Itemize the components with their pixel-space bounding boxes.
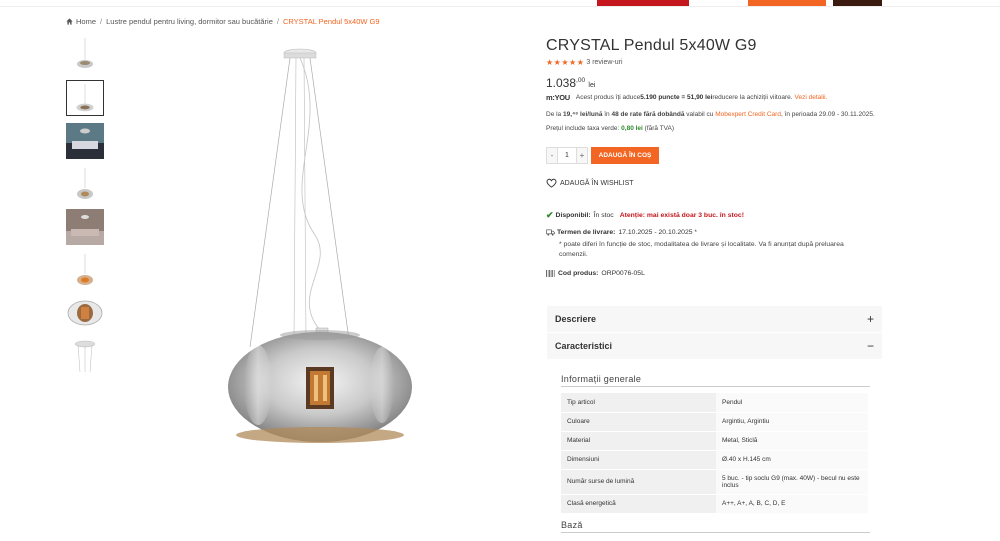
delivery-asterisk: *: [694, 229, 697, 236]
rates-text-4: , în perioada 29.09 - 30.11.2025.: [780, 111, 875, 118]
quantity-decrease-button[interactable]: -: [547, 148, 557, 163]
rates-amount: 19,⁴⁶ lei/lună: [562, 111, 603, 118]
installments-info: De la 19,⁴⁶ lei/lună în 48 de rate fără …: [546, 111, 875, 118]
add-to-cart-button[interactable]: ADAUGĂ ÎN COȘ: [591, 147, 659, 164]
breadcrumb-separator: /: [100, 17, 103, 26]
table-row: Material Metal, Sticlă: [561, 431, 868, 451]
quantity-increase-button[interactable]: +: [577, 148, 587, 163]
table-row: Dimensiuni Ø.40 x H.145 cm: [561, 450, 868, 470]
plus-icon[interactable]: +: [867, 306, 874, 332]
green-tax-info: Prețul include taxa verde: 0,80 lei (făr…: [546, 125, 674, 132]
table-row: Tip articol Pendul: [561, 393, 868, 413]
breadcrumb: Home / Lustre pendul pentru living, dormit…: [66, 17, 380, 26]
quantity-stepper: - 1 +: [546, 147, 588, 164]
specs-general-heading: Informații generale: [561, 374, 870, 387]
spec-value: 5 buc. - tip soclu G9 (max. 40W) - becul…: [716, 469, 868, 495]
thumbnail-8[interactable]: [66, 338, 104, 374]
price-decimals: ,00: [576, 77, 586, 84]
minus-icon[interactable]: −: [867, 333, 874, 359]
quantity-input[interactable]: 1: [557, 148, 577, 163]
table-row: Culoare Argintiu, Argintiu: [561, 412, 868, 432]
rating-stars: ★★★★★: [546, 58, 585, 67]
green-tax-text-1: Prețul include taxa verde:: [546, 125, 622, 132]
spec-value: Ø.40 x H.145 cm: [716, 450, 868, 470]
top-navigation-bar: [0, 0, 1000, 7]
spec-key: Clasă energetică: [561, 494, 716, 514]
home-icon: [66, 18, 73, 25]
accordion-characteristics-title: Caracteristici: [555, 341, 613, 351]
delivery-note: * poate diferi în funcție de stoc, modal…: [559, 241, 844, 258]
product-code-value: ORP0076-05L: [601, 270, 645, 277]
product-code-label: Cod produs:: [558, 270, 599, 277]
add-to-wishlist-button[interactable]: ADAUGĂ ÎN WISHLIST: [546, 178, 634, 188]
spec-value: Argintiu, Argintiu: [716, 412, 868, 432]
points-text-2: reducere la achiziții viitoare.: [712, 94, 793, 101]
breadcrumb-category[interactable]: Lustre pendul pentru living, dormitor sa…: [106, 17, 273, 26]
thumbnail-7[interactable]: [66, 295, 104, 331]
product-rating[interactable]: ★★★★★ 3 review-uri: [546, 58, 623, 67]
spec-key: Dimensiuni: [561, 450, 716, 470]
product-title: CRYSTAL Pendul 5x40W G9: [546, 37, 757, 54]
specs-table: Tip articol Pendul Culoare Argintiu, Argin…: [561, 393, 868, 514]
green-tax-value: 0,80 lei: [621, 125, 643, 132]
specs-base-heading: Bază: [561, 520, 870, 533]
thumbnail-1[interactable]: [66, 36, 104, 72]
delivery-info: Termen de livrare: 17.10.2025 - 20.10.20…: [546, 229, 697, 236]
spec-key: Tip articol: [561, 393, 716, 413]
points-text-1: Acest produs îți aduce: [575, 94, 641, 101]
table-row: Clasă energetică A++, A+, A, B, C, D, E: [561, 494, 868, 514]
stock-warning: Atenție: mai există doar 3 buc. în stoc!: [619, 212, 744, 219]
stock-value: În stoc: [593, 212, 614, 219]
points-value: 5.190 puncte = 51,90 lei: [640, 94, 713, 101]
product-price: 1.038,00 lei: [546, 76, 595, 90]
points-details-link[interactable]: Vezi detalii.: [795, 94, 828, 101]
spec-key: Număr surse de lumină: [561, 469, 716, 495]
check-icon: ✔: [546, 210, 554, 220]
product-main-image[interactable]: [220, 45, 420, 455]
stock-status: ✔ Disponibil: În stoc Atenție: mai exist…: [546, 210, 744, 221]
wishlist-label: ADAUGĂ ÎN WISHLIST: [560, 179, 634, 187]
spec-value: A++, A+, A, B, C, D, E: [716, 494, 868, 514]
rates-count: 48 de rate fără dobândă: [611, 111, 685, 118]
accordion-description-title: Descriere: [555, 314, 597, 324]
nav-tab-orange[interactable]: [748, 0, 826, 6]
accordion-characteristics[interactable]: Caracteristici −: [547, 333, 882, 359]
green-tax-text-2: (fără TVA): [642, 125, 675, 132]
price-main: 1.038: [546, 76, 577, 90]
product-code: Cod produs: ORP0076-05L: [546, 270, 645, 277]
table-row: Număr surse de lumină 5 buc. - tip soclu …: [561, 469, 868, 495]
delivery-dates: 17.10.2025 - 20.10.2025: [618, 229, 693, 236]
spec-value: Pendul: [716, 393, 868, 413]
rates-text-1: De la: [546, 111, 563, 118]
review-count-link[interactable]: 3 review-uri: [586, 59, 622, 66]
thumbnail-6[interactable]: [66, 252, 104, 288]
delivery-label: Termen de livrare:: [557, 229, 616, 236]
heart-icon: [546, 178, 557, 188]
spec-key: Material: [561, 431, 716, 451]
thumbnail-2[interactable]: [66, 80, 104, 116]
thumbnail-3[interactable]: [66, 123, 104, 159]
spec-key: Culoare: [561, 412, 716, 432]
credit-card-link[interactable]: Mobexpert Credit Card: [715, 111, 781, 118]
nav-tab-dark[interactable]: [833, 0, 882, 6]
spec-value: Metal, Sticlă: [716, 431, 868, 451]
breadcrumb-current: CRYSTAL Pendul 5x40W G9: [282, 17, 380, 26]
breadcrumb-separator: /: [276, 17, 279, 26]
myou-logo: m:YOU: [546, 93, 570, 102]
accordion-description[interactable]: Descriere +: [547, 306, 882, 332]
nav-tab-red[interactable]: [597, 0, 689, 6]
loyalty-points: m:YOU Acest produs îți aduce 5.190 punct…: [546, 93, 827, 102]
truck-icon: [546, 229, 555, 236]
barcode-icon: [546, 270, 555, 277]
stock-label: Disponibil:: [555, 212, 591, 219]
thumbnail-5[interactable]: [66, 209, 104, 245]
thumbnail-4[interactable]: [66, 166, 104, 202]
rates-text-3: valabil cu: [684, 111, 716, 118]
breadcrumb-home[interactable]: Home: [76, 17, 96, 26]
price-currency: lei: [588, 82, 596, 89]
